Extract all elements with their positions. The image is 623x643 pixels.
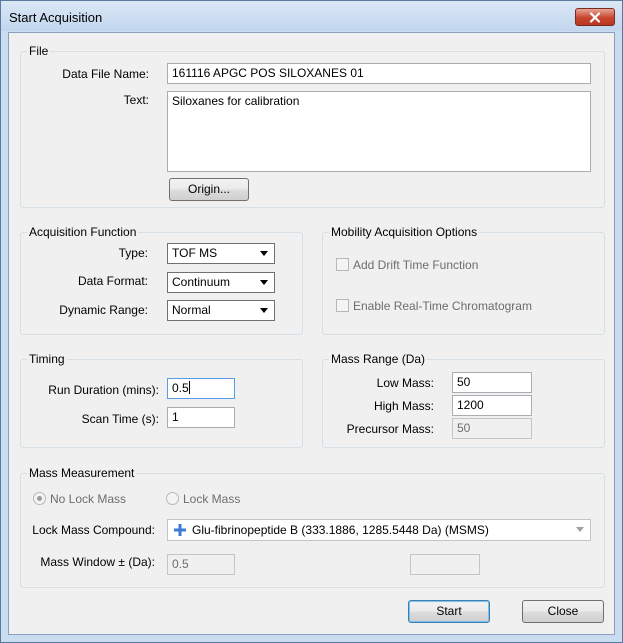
data-format-dropdown[interactable]: Continuum xyxy=(167,272,275,293)
precursor-mass-label: Precursor Mass: xyxy=(346,422,434,436)
lock-mass-label: Lock Mass xyxy=(183,492,241,506)
dynamic-range-label: Dynamic Range: xyxy=(59,303,148,317)
dynamic-range-dropdown-value: Normal xyxy=(172,303,211,317)
blank-disabled-field xyxy=(410,554,480,575)
text-area[interactable]: Siloxanes for calibration xyxy=(167,91,591,172)
chevron-down-icon xyxy=(576,527,584,532)
enable-realtime-checkbox[interactable]: Enable Real-Time Chromatogram xyxy=(336,299,532,313)
enable-realtime-label: Enable Real-Time Chromatogram xyxy=(353,299,532,313)
title-bar[interactable]: Start Acquisition xyxy=(1,1,622,31)
radio-dot xyxy=(33,492,46,505)
low-mass-label: Low Mass: xyxy=(376,376,434,390)
add-drift-time-label: Add Drift Time Function xyxy=(353,258,479,272)
mass-window-label: Mass Window ± (Da): xyxy=(40,555,155,569)
dynamic-range-dropdown[interactable]: Normal xyxy=(167,300,275,321)
file-legend: File xyxy=(27,44,51,58)
start-acquisition-window: Start Acquisition File Data File Name: 1… xyxy=(0,0,623,643)
lock-mass-compound-value: Glu-fibrinopeptide B (333.1886, 1285.544… xyxy=(192,523,489,537)
chevron-down-icon xyxy=(260,308,268,313)
mass-range-legend: Mass Range (Da) xyxy=(329,352,428,366)
run-duration-label: Run Duration (mins): xyxy=(48,383,159,397)
checkbox-box xyxy=(336,258,349,271)
data-format-label: Data Format: xyxy=(77,274,148,288)
window-close-button[interactable] xyxy=(575,8,615,26)
scan-time-label: Scan Time (s): xyxy=(81,412,159,426)
high-mass-input[interactable]: 1200 xyxy=(452,395,532,416)
lock-mass-compound-dropdown[interactable]: Glu-fibrinopeptide B (333.1886, 1285.544… xyxy=(167,519,591,541)
timing-legend: Timing xyxy=(27,352,67,366)
type-dropdown-value: TOF MS xyxy=(172,246,218,260)
close-icon xyxy=(589,12,601,23)
no-lock-mass-radio[interactable]: No Lock Mass xyxy=(33,492,126,506)
window-title: Start Acquisition xyxy=(9,10,103,25)
mobility-group: Mobility Acquisition Options Add Drift T… xyxy=(322,225,605,335)
lock-mass-radio[interactable]: Lock Mass xyxy=(166,492,240,506)
radio-dot xyxy=(166,492,179,505)
type-label: Type: xyxy=(118,246,148,260)
acquisition-function-group: Acquisition Function Type: TOF MS Data F… xyxy=(20,225,303,335)
type-dropdown[interactable]: TOF MS xyxy=(167,243,275,264)
plus-icon xyxy=(174,524,186,536)
mobility-legend: Mobility Acquisition Options xyxy=(329,225,480,239)
chevron-down-icon xyxy=(260,280,268,285)
lock-mass-compound-label: Lock Mass Compound: xyxy=(32,523,155,537)
mass-measurement-legend: Mass Measurement xyxy=(27,466,137,480)
scan-time-input[interactable]: 1 xyxy=(167,407,235,428)
data-file-name-label: Data File Name: xyxy=(62,67,149,81)
chevron-down-icon xyxy=(260,251,268,256)
mass-window-input[interactable]: 0.5 xyxy=(167,554,235,575)
mass-range-group: Mass Range (Da) Low Mass: 50 High Mass: … xyxy=(322,352,605,448)
checkbox-box xyxy=(336,299,349,312)
close-button[interactable]: Close xyxy=(522,600,604,623)
acquisition-function-legend: Acquisition Function xyxy=(27,225,139,239)
high-mass-label: High Mass: xyxy=(373,399,434,413)
origin-button[interactable]: Origin... xyxy=(169,178,249,201)
run-duration-input[interactable]: 0.5 xyxy=(167,378,235,399)
mass-measurement-group: Mass Measurement No Lock Mass Lock Mass … xyxy=(20,466,605,588)
text-caret xyxy=(188,381,190,394)
dialog-client: File Data File Name: 161116 APGC POS SIL… xyxy=(8,32,615,635)
start-button[interactable]: Start xyxy=(408,600,490,623)
precursor-mass-input[interactable]: 50 xyxy=(452,418,532,439)
low-mass-input[interactable]: 50 xyxy=(452,372,532,393)
no-lock-mass-label: No Lock Mass xyxy=(50,492,127,506)
file-group: File Data File Name: 161116 APGC POS SIL… xyxy=(20,44,605,208)
run-duration-value: 0.5 xyxy=(172,381,189,395)
text-label: Text: xyxy=(123,93,149,107)
timing-group: Timing Run Duration (mins): 0.5 Scan Tim… xyxy=(20,352,303,448)
data-file-name-input[interactable]: 161116 APGC POS SILOXANES 01 xyxy=(167,63,591,84)
data-format-dropdown-value: Continuum xyxy=(172,275,231,289)
add-drift-time-checkbox[interactable]: Add Drift Time Function xyxy=(336,258,478,272)
